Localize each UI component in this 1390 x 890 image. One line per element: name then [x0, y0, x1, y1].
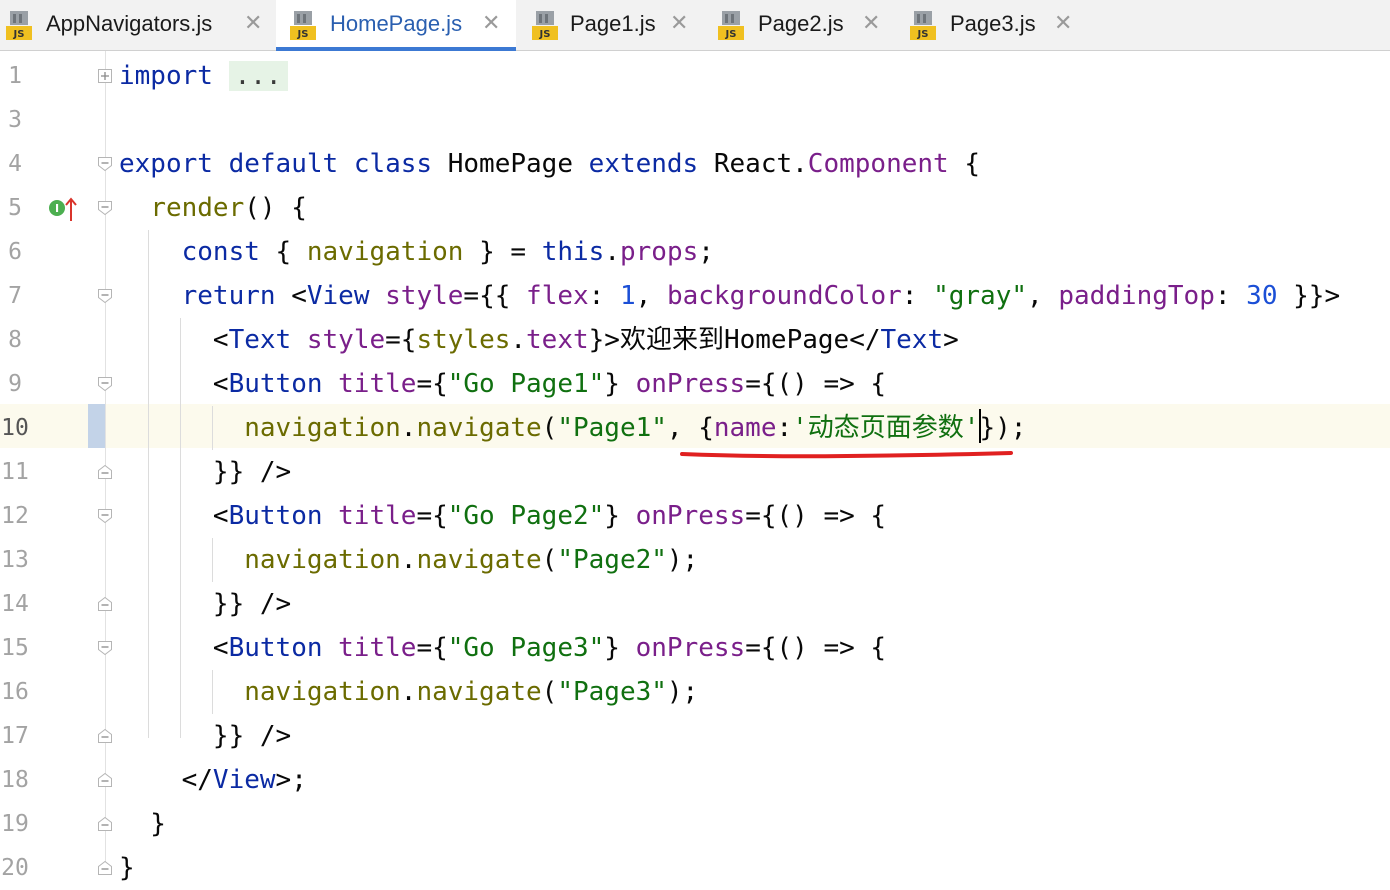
gutter-separator — [105, 51, 106, 870]
code-line[interactable]: }} /> — [119, 582, 291, 626]
line-number: 1 — [8, 63, 22, 89]
collapse-fold-icon[interactable] — [97, 772, 113, 788]
line-number: 12 — [1, 503, 29, 529]
close-tab-icon[interactable]: ✕ — [482, 11, 500, 37]
line-number: 15 — [1, 635, 29, 661]
line-number: 16 — [1, 679, 29, 705]
tab-page3-js[interactable]: JS Page3.js ✕ — [906, 0, 1076, 50]
collapse-fold-icon[interactable] — [97, 464, 113, 480]
text-caret — [979, 409, 981, 443]
collapse-fold-icon[interactable] — [97, 376, 113, 392]
code-line[interactable]: export default class HomePage extends Re… — [119, 142, 980, 186]
collapse-fold-icon[interactable] — [97, 156, 113, 172]
tab-homepage-js[interactable]: JS HomePage.js ✕ — [276, 0, 516, 51]
line-number: 19 — [1, 811, 29, 837]
line-number: 3 — [8, 107, 22, 133]
line-number: 8 — [8, 327, 22, 353]
line-number: 17 — [1, 723, 29, 749]
close-tab-icon[interactable]: ✕ — [862, 11, 880, 37]
code-line[interactable]: <Button title={"Go Page1"} onPress={() =… — [119, 362, 886, 406]
line-number: 13 — [1, 547, 29, 573]
svg-text:JS: JS — [297, 29, 309, 40]
line-number: 6 — [8, 239, 22, 265]
code-line[interactable]: }} /> — [119, 714, 291, 758]
close-tab-icon[interactable]: ✕ — [244, 11, 262, 37]
line-number: 7 — [8, 283, 22, 309]
code-line[interactable]: const { navigation } = this.props; — [119, 230, 714, 274]
collapse-fold-icon[interactable] — [97, 640, 113, 656]
indent-guide — [212, 538, 213, 582]
tab-label: Page2.js — [758, 11, 844, 36]
svg-text:JS: JS — [13, 29, 25, 40]
svg-text:JS: JS — [539, 29, 551, 40]
collapse-fold-icon[interactable] — [97, 596, 113, 612]
code-line[interactable]: } — [119, 846, 135, 890]
code-line[interactable]: render() { — [119, 186, 307, 230]
svg-text:I: I — [55, 202, 59, 215]
close-tab-icon[interactable]: ✕ — [1054, 11, 1072, 37]
line-number: 4 — [8, 151, 22, 177]
collapse-fold-icon[interactable] — [97, 816, 113, 832]
svg-text:JS: JS — [917, 29, 929, 40]
js-file-icon: JS — [532, 11, 558, 40]
implemented-override-icon[interactable]: I — [47, 196, 81, 222]
collapse-fold-icon[interactable] — [97, 200, 113, 216]
code-line[interactable]: <Button title={"Go Page2"} onPress={() =… — [119, 494, 886, 538]
collapse-fold-icon[interactable] — [97, 728, 113, 744]
code-line[interactable]: navigation.navigate("Page1", {name:'动态页面… — [119, 406, 1026, 450]
js-file-icon: JS — [290, 11, 316, 40]
tab-label: Page3.js — [950, 11, 1036, 36]
indent-guide — [212, 406, 213, 450]
line-number: 18 — [1, 767, 29, 793]
code-line[interactable]: navigation.navigate("Page3"); — [119, 670, 698, 714]
expand-fold-icon[interactable] — [97, 68, 113, 84]
code-line[interactable]: import ... — [119, 54, 288, 98]
editor-tab-bar: JS AppNavigators.js ✕ JS HomePage.js ✕ JS Page1… — [0, 0, 1390, 51]
collapse-fold-icon[interactable] — [97, 508, 113, 524]
collapse-fold-icon[interactable] — [97, 288, 113, 304]
collapse-fold-icon[interactable] — [97, 860, 113, 876]
tab-page1-js[interactable]: JS Page1.js ✕ — [528, 0, 704, 50]
line-number: 20 — [1, 855, 29, 881]
tab-label: HomePage.js — [330, 11, 463, 36]
code-line[interactable]: </View>; — [119, 758, 307, 802]
indent-guide — [148, 230, 149, 738]
line-number: 14 — [1, 591, 29, 617]
tab-appnavigators-js[interactable]: JS AppNavigators.js ✕ — [0, 0, 272, 50]
tab-label: AppNavigators.js — [46, 11, 213, 36]
code-line[interactable]: navigation.navigate("Page2"); — [119, 538, 698, 582]
code-editor[interactable]: 1 3 4 5 6 7 8 9 10 11 12 13 14 15 16 17 18 19 20 import ..… — [0, 51, 1390, 883]
svg-text:JS: JS — [725, 29, 737, 40]
code-line[interactable]: <Button title={"Go Page3"} onPress={() =… — [119, 626, 886, 670]
close-tab-icon[interactable]: ✕ — [670, 11, 688, 37]
line-number: 5 — [8, 195, 22, 221]
current-line-gutter-marker — [88, 404, 105, 448]
indent-guide — [212, 670, 213, 714]
code-line[interactable]: } — [119, 802, 166, 846]
line-number: 11 — [1, 459, 29, 485]
code-line[interactable]: return <View style={{ flex: 1, backgroun… — [119, 274, 1340, 318]
line-number: 9 — [8, 371, 22, 397]
js-file-icon: JS — [718, 11, 744, 40]
code-line[interactable]: }} /> — [119, 450, 291, 494]
red-annotation-underline — [680, 451, 1013, 459]
indent-guide — [180, 318, 181, 738]
js-file-icon: JS — [6, 11, 32, 40]
line-number: 10 — [1, 415, 29, 441]
tab-label: Page1.js — [570, 11, 656, 36]
js-file-icon: JS — [910, 11, 936, 40]
code-line[interactable]: <Text style={styles.text}>欢迎来到HomePage</… — [119, 318, 959, 362]
tab-page2-js[interactable]: JS Page2.js ✕ — [716, 0, 892, 50]
